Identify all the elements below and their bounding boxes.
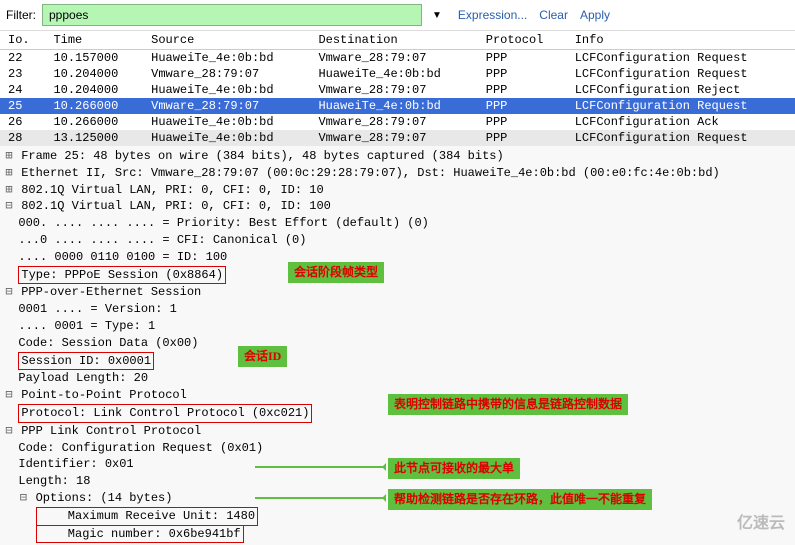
- pppoe-line[interactable]: PPP-over-Ethernet Session: [21, 285, 201, 299]
- packet-details: ⊞ Frame 25: 48 bytes on wire (384 bits),…: [0, 146, 795, 545]
- annot-magic: 帮助检测链路是否存在环路，此值唯一不能重复: [388, 489, 652, 510]
- arrow-icon: [255, 497, 385, 499]
- clear-link[interactable]: Clear: [539, 8, 568, 22]
- lcp-mru[interactable]: Maximum Receive Unit: 1480: [36, 507, 258, 526]
- pppoe-sid[interactable]: Session ID: 0x0001: [18, 352, 154, 371]
- packet-row[interactable]: 2310.204000Vmware_28:79:07HuaweiTe_4e:0b…: [0, 66, 795, 82]
- packet-row[interactable]: 2410.204000HuaweiTe_4e:0b:bdVmware_28:79…: [0, 82, 795, 98]
- vlan2-id[interactable]: .... 0000 0110 0100 = ID: 100: [4, 249, 791, 266]
- packet-row[interactable]: 2813.125000HuaweiTe_4e:0b:bdVmware_28:79…: [0, 130, 795, 146]
- annot-frame-type: 会话阶段帧类型: [288, 262, 384, 283]
- collapse-icon[interactable]: ⊟: [4, 284, 14, 301]
- vlan2-pri[interactable]: 000. .... .... .... = Priority: Best Eff…: [4, 215, 791, 232]
- p2p-line[interactable]: Point-to-Point Protocol: [21, 388, 187, 402]
- col-info[interactable]: Info: [567, 31, 795, 50]
- vlan1-line[interactable]: 802.1Q Virtual LAN, PRI: 0, CFI: 0, ID: …: [21, 183, 323, 197]
- col-source[interactable]: Source: [143, 31, 310, 50]
- packet-row[interactable]: 2610.266000HuaweiTe_4e:0b:bdVmware_28:79…: [0, 114, 795, 130]
- filter-dropdown-icon[interactable]: ▼: [428, 10, 446, 21]
- col-no[interactable]: Io.: [0, 31, 45, 50]
- annot-lcp-info: 表明控制链路中携带的信息是链路控制数据: [388, 394, 628, 415]
- apply-link[interactable]: Apply: [580, 8, 610, 22]
- pppoe-len[interactable]: Payload Length: 20: [4, 370, 791, 387]
- packet-row[interactable]: 2510.266000Vmware_28:79:07HuaweiTe_4e:0b…: [0, 98, 795, 114]
- col-dest[interactable]: Destination: [310, 31, 477, 50]
- lcp-opt[interactable]: Options: (14 bytes): [36, 491, 173, 505]
- eth-line[interactable]: Ethernet II, Src: Vmware_28:79:07 (00:0c…: [21, 166, 720, 180]
- packet-list: Io. Time Source Destination Protocol Inf…: [0, 31, 795, 146]
- filter-label: Filter:: [6, 8, 36, 22]
- filter-input[interactable]: [42, 4, 422, 26]
- col-proto[interactable]: Protocol: [478, 31, 567, 50]
- lcp-magic[interactable]: Magic number: 0x6be941bf: [36, 526, 244, 544]
- frame-line[interactable]: Frame 25: 48 bytes on wire (384 bits), 4…: [21, 149, 503, 163]
- collapse-icon[interactable]: ⊟: [4, 198, 14, 215]
- collapse-icon[interactable]: ⊟: [4, 387, 14, 404]
- expand-icon[interactable]: ⊞: [4, 182, 14, 199]
- expand-icon[interactable]: ⊞: [4, 165, 14, 182]
- collapse-icon[interactable]: ⊟: [4, 423, 14, 440]
- expand-icon[interactable]: ⊞: [4, 148, 14, 165]
- col-time[interactable]: Time: [45, 31, 143, 50]
- vlan2-line[interactable]: 802.1Q Virtual LAN, PRI: 0, CFI: 0, ID: …: [21, 199, 331, 213]
- vlan2-type[interactable]: Type: PPPoE Session (0x8864): [18, 266, 226, 285]
- lcp-line[interactable]: PPP Link Control Protocol: [21, 424, 201, 438]
- packet-header-row: Io. Time Source Destination Protocol Inf…: [0, 31, 795, 50]
- expression-link[interactable]: Expression...: [458, 8, 527, 22]
- lcp-code[interactable]: Code: Configuration Request (0x01): [4, 440, 791, 457]
- collapse-icon[interactable]: ⊟: [18, 490, 28, 507]
- vlan2-cfi[interactable]: ...0 .... .... .... = CFI: Canonical (0): [4, 232, 791, 249]
- pppoe-code[interactable]: Code: Session Data (0x00): [4, 335, 791, 352]
- p2p-proto[interactable]: Protocol: Link Control Protocol (0xc021): [18, 404, 312, 423]
- filter-toolbar: Filter: ▼ Expression... Clear Apply: [0, 0, 795, 31]
- annot-mru: 此节点可接收的最大单: [388, 458, 520, 479]
- pppoe-ver[interactable]: 0001 .... = Version: 1: [4, 301, 791, 318]
- annot-session-id: 会话ID: [238, 346, 287, 367]
- watermark-logo: 亿速云: [737, 513, 785, 535]
- pppoe-typ[interactable]: .... 0001 = Type: 1: [4, 318, 791, 335]
- arrow-icon: [255, 466, 385, 468]
- packet-row[interactable]: 2210.157000HuaweiTe_4e:0b:bdVmware_28:79…: [0, 50, 795, 67]
